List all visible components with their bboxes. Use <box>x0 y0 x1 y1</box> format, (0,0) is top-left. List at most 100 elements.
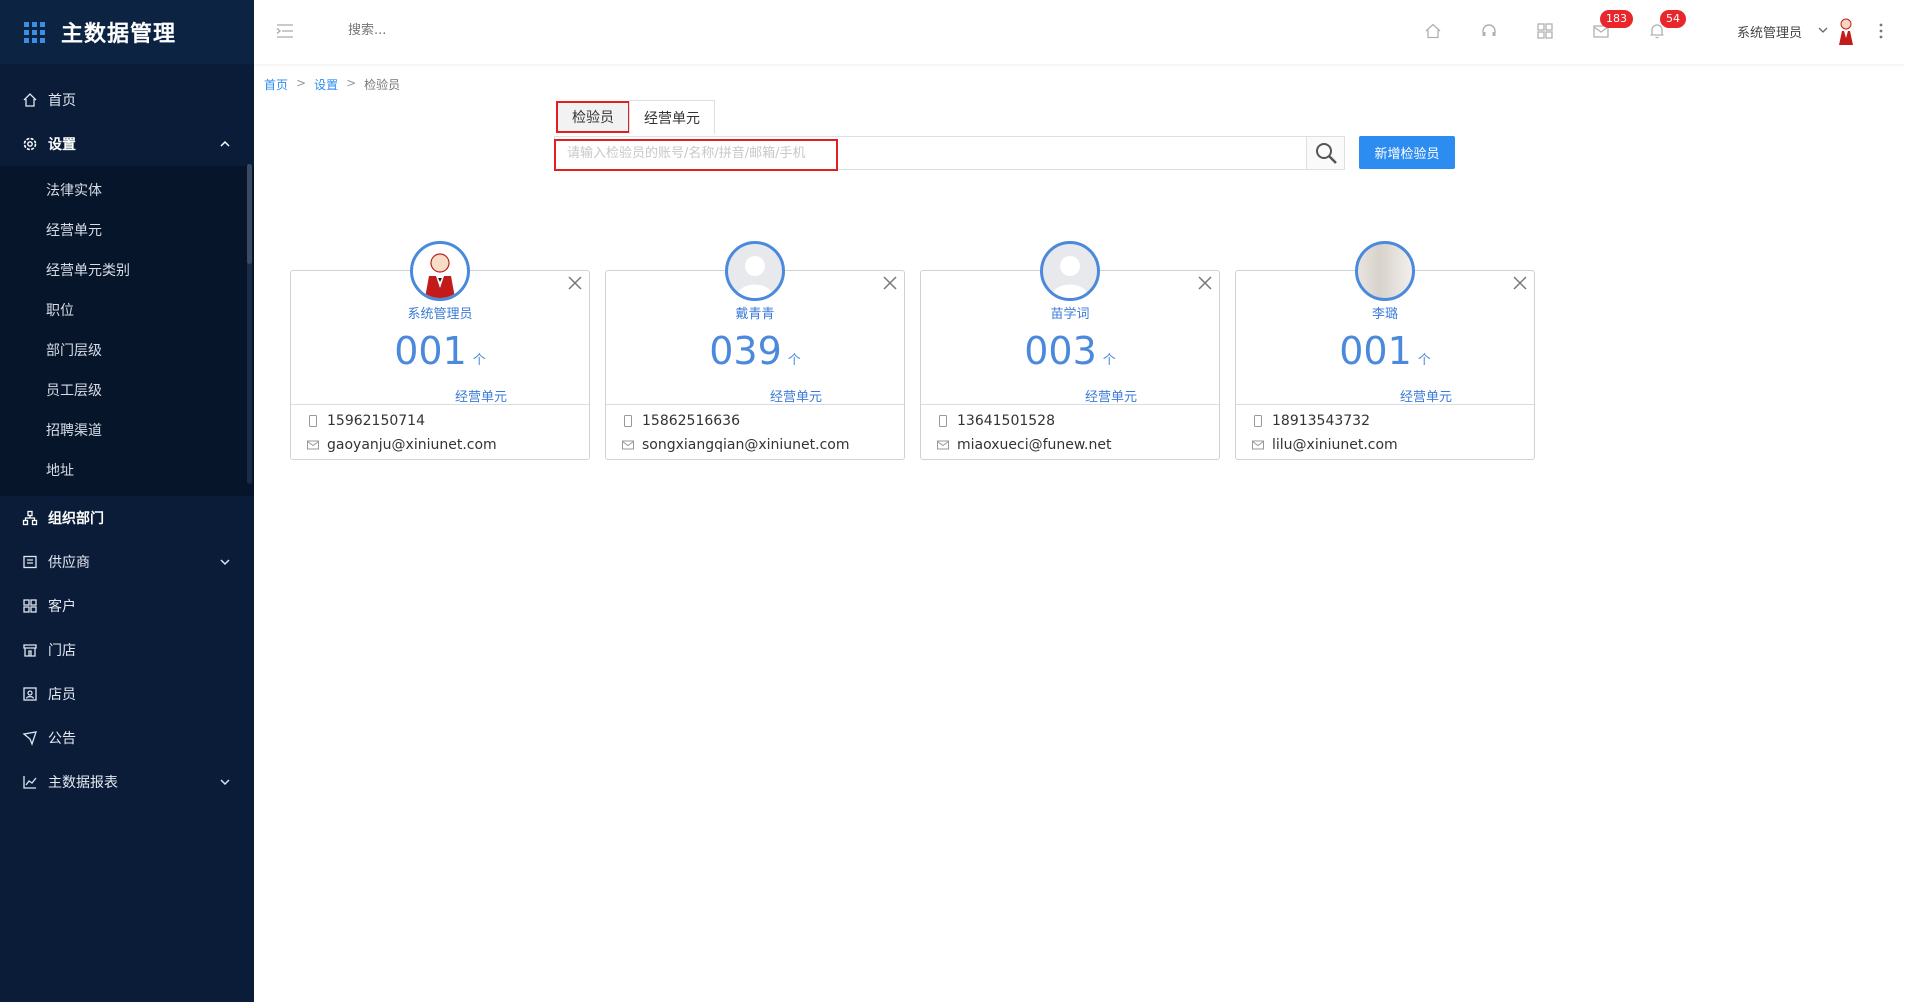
more-vertical-icon[interactable] <box>1878 22 1884 40</box>
sidebar-item-settings[interactable]: 设置 <box>0 122 254 166</box>
chevron-down-icon <box>220 559 230 566</box>
inspector-card[interactable]: 系统管理员 001 个 经营单元 15962150714 gaoyanju@xin… <box>290 241 590 460</box>
search-button[interactable] <box>1306 137 1344 169</box>
clerk-icon <box>22 686 38 702</box>
user-avatar[interactable] <box>1834 16 1858 46</box>
sidebar-sub-employee-level[interactable]: 员工层级 <box>0 370 254 410</box>
search-icon <box>1315 143 1337 164</box>
phone-number: 15862516636 <box>642 413 740 429</box>
sidebar-item-label: 公告 <box>48 731 76 747</box>
breadcrumb-separator: > <box>296 76 307 90</box>
inspector-name[interactable]: 系统管理员 <box>291 303 589 322</box>
email-address: songxiangqian@xiniunet.com <box>642 437 850 453</box>
gear-icon <box>22 136 38 152</box>
sidebar-scrollbar[interactable] <box>247 164 252 264</box>
email-row: lilu@xiniunet.com <box>1252 437 1398 453</box>
phone-row: 18913543732 <box>1252 413 1370 429</box>
mail-icon <box>622 440 634 450</box>
close-icon[interactable] <box>1197 275 1213 291</box>
business-unit-label[interactable]: 经营单元 <box>1400 386 1452 405</box>
breadcrumb-separator: > <box>346 76 357 90</box>
sidebar-sub-position[interactable]: 职位 <box>0 290 254 330</box>
avatar <box>410 241 470 301</box>
close-icon[interactable] <box>567 275 583 291</box>
sidebar-sub-department-level[interactable]: 部门层级 <box>0 330 254 370</box>
menu-toggle-icon[interactable] <box>276 22 294 40</box>
org-icon <box>22 510 38 526</box>
sidebar-item-org[interactable]: 组织部门 <box>0 496 254 540</box>
sidebar-sub-business-unit-category[interactable]: 经营单元类别 <box>0 250 254 290</box>
mail-icon <box>1252 440 1264 450</box>
business-unit-label[interactable]: 经营单元 <box>1085 386 1137 405</box>
close-icon[interactable] <box>882 275 898 291</box>
sidebar-sub-legal-entity[interactable]: 法律实体 <box>0 170 254 210</box>
count-value: 039 <box>709 329 782 373</box>
user-name[interactable]: 系统管理员 <box>1737 22 1802 41</box>
tab-inspector[interactable]: 检验员 <box>556 101 630 133</box>
sidebar-item-clerk[interactable]: 店员 <box>0 672 254 716</box>
sidebar-item-label: 组织部门 <box>48 511 104 527</box>
store-icon <box>22 642 38 658</box>
close-icon[interactable] <box>1512 275 1528 291</box>
inspector-card[interactable]: 李璐 001 个 经营单元 18913543732 lilu@xiniunet.c… <box>1235 241 1535 460</box>
business-unit-count: 001 个 <box>1236 329 1534 373</box>
sidebar: 主数据管理 首页 设置 法律实体 经营单元 经营单元类别 职位 部门层级 员工层… <box>0 0 254 1002</box>
sidebar-item-store[interactable]: 门店 <box>0 628 254 672</box>
phone-icon <box>624 415 632 427</box>
chart-icon <box>22 774 38 790</box>
phone-icon <box>1254 415 1262 427</box>
sidebar-item-announcement[interactable]: 公告 <box>0 716 254 760</box>
settings-submenu: 法律实体 经营单元 经营单元类别 职位 部门层级 员工层级 招聘渠道 地址 <box>0 166 254 496</box>
email-address: lilu@xiniunet.com <box>1272 437 1398 453</box>
sidebar-item-home[interactable]: 首页 <box>0 78 254 122</box>
count-unit: 个 <box>1417 353 1431 368</box>
inspector-search-box <box>554 136 1345 170</box>
inspector-name[interactable]: 李璐 <box>1236 303 1534 322</box>
business-unit-label[interactable]: 经营单元 <box>770 386 822 405</box>
supplier-icon <box>22 554 38 570</box>
breadcrumb: 首页 > 设置 > 检验员 <box>264 76 400 93</box>
sidebar-item-supplier[interactable]: 供应商 <box>0 540 254 584</box>
business-unit-count: 039 个 <box>606 329 904 373</box>
mail-icon <box>307 440 319 450</box>
headset-icon[interactable] <box>1480 22 1498 40</box>
sidebar-menu: 首页 设置 法律实体 经营单元 经营单元类别 职位 部门层级 员工层级 招聘渠道… <box>0 78 254 804</box>
avatar <box>725 241 785 301</box>
phone-number: 15962150714 <box>327 413 425 429</box>
breadcrumb-home[interactable]: 首页 <box>264 76 288 93</box>
home-icon[interactable] <box>1424 22 1442 40</box>
sidebar-item-label: 供应商 <box>48 555 90 571</box>
sidebar-item-label: 客户 <box>48 599 76 615</box>
business-unit-label[interactable]: 经营单元 <box>455 386 507 405</box>
sidebar-sub-business-unit[interactable]: 经营单元 <box>0 210 254 250</box>
sidebar-item-report[interactable]: 主数据报表 <box>0 760 254 804</box>
card-divider <box>1236 404 1534 405</box>
inspector-card[interactable]: 苗学词 003 个 经营单元 13641501528 miaoxueci@fune… <box>920 241 1220 460</box>
brand: 主数据管理 <box>0 0 254 64</box>
announcement-icon <box>22 730 38 746</box>
chevron-down-icon[interactable] <box>1817 24 1829 36</box>
sidebar-sub-recruit-channel[interactable]: 招聘渠道 <box>0 410 254 450</box>
count-value: 001 <box>1339 329 1412 373</box>
email-row: songxiangqian@xiniunet.com <box>622 437 850 453</box>
inspector-card[interactable]: 戴青青 039 个 经营单元 15862516636 songxiangqian@… <box>605 241 905 460</box>
sidebar-item-customer[interactable]: 客户 <box>0 584 254 628</box>
phone-number: 18913543732 <box>1272 413 1370 429</box>
sidebar-sub-address[interactable]: 地址 <box>0 450 254 490</box>
breadcrumb-settings[interactable]: 设置 <box>314 76 338 93</box>
sidebar-item-label: 设置 <box>48 137 76 153</box>
card-divider <box>606 404 904 405</box>
inspector-name[interactable]: 苗学词 <box>921 303 1219 322</box>
apps-grid-icon[interactable] <box>24 21 45 43</box>
phone-icon <box>309 415 317 427</box>
tab-business-unit[interactable]: 经营单元 <box>629 100 715 134</box>
mail-badge: 183 <box>1600 10 1633 28</box>
add-inspector-button[interactable]: 新增检验员 <box>1359 136 1455 169</box>
sidebar-item-label: 首页 <box>48 93 76 109</box>
inspector-name[interactable]: 戴青青 <box>606 303 904 322</box>
inspector-search-input[interactable] <box>555 137 1306 169</box>
email-address: miaoxueci@funew.net <box>957 437 1112 453</box>
global-search-input[interactable] <box>346 22 546 39</box>
count-unit: 个 <box>472 353 486 368</box>
apps-icon[interactable] <box>1536 22 1554 40</box>
